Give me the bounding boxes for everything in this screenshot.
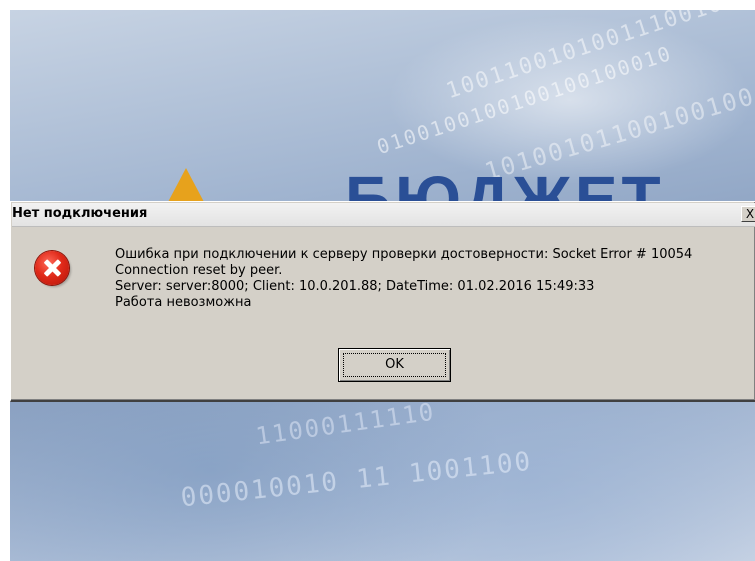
error-message: Ошибка при подключении к серверу проверк…	[115, 247, 692, 311]
error-dialog: Нет подключения X Ошибка при подключении…	[10, 201, 755, 402]
dialog-title: Нет подключения	[12, 206, 148, 221]
dialog-titlebar[interactable]: Нет подключения X	[12, 203, 755, 227]
message-line: Server: server:8000; Client: 10.0.201.88…	[115, 279, 595, 294]
binary-decoration: 000010010 11 1001100	[179, 446, 534, 514]
binary-decoration: 11000111110	[253, 397, 438, 451]
message-line: Connection reset by peer.	[115, 263, 283, 278]
focus-rectangle	[343, 353, 446, 377]
message-line: Работа невозможна	[115, 295, 252, 310]
ok-button[interactable]: OK	[338, 348, 451, 382]
message-line: Ошибка при подключении к серверу проверк…	[115, 247, 693, 262]
screen: 1001100101001110010 01001001001001001000…	[0, 0, 755, 561]
logo-star-icon	[168, 168, 204, 202]
error-icon	[35, 251, 69, 285]
close-button[interactable]: X	[741, 206, 755, 222]
